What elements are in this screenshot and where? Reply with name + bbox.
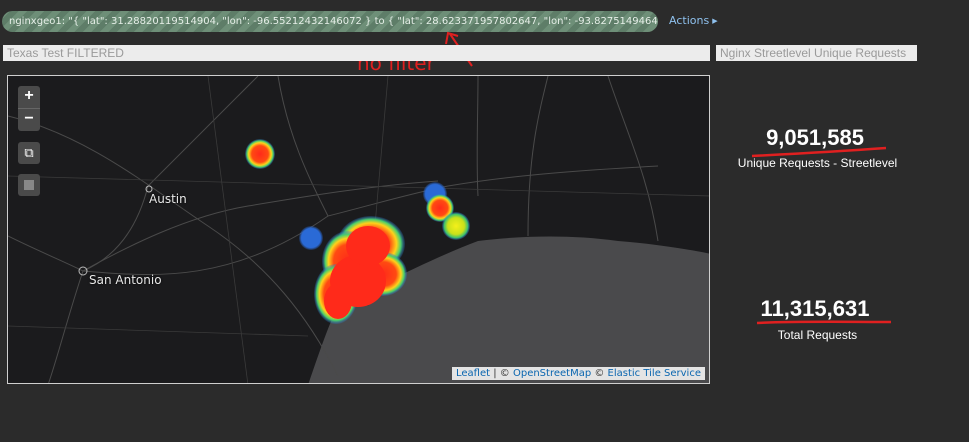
crop-icon[interactable]: ⧉ <box>18 142 40 164</box>
filter-bar: nginxgeo1: "{ "lat": 31.28820119514904, … <box>0 0 969 44</box>
elastic-tile-service-link[interactable]: Elastic Tile Service <box>608 368 701 379</box>
draw-rectangle-button[interactable] <box>18 174 40 196</box>
osm-link[interactable]: OpenStreetMap <box>513 368 591 379</box>
map-panel-title: Texas Test FILTERED <box>3 45 710 61</box>
actions-label: Actions <box>669 14 710 27</box>
map-attribution: Leaflet | © OpenStreetMap © Elastic Tile… <box>452 367 705 380</box>
zoom-out-button[interactable]: − <box>18 109 40 131</box>
city-label-san-antonio: San Antonio <box>89 273 162 287</box>
metric-label-total-requests: Total Requests <box>777 328 858 342</box>
leaflet-link[interactable]: Leaflet <box>456 368 490 379</box>
metric-label-unique-requests: Unique Requests - Streetlevel <box>737 156 898 170</box>
attribution-sep: © <box>591 368 608 379</box>
actions-menu[interactable]: Actions ▶ <box>669 14 718 27</box>
zoom-in-button[interactable]: + <box>18 86 40 108</box>
geo-filter-pill[interactable]: nginxgeo1: "{ "lat": 31.28820119514904, … <box>2 11 658 32</box>
metric-panel-title: Nginx Streetlevel Unique Requests <box>716 45 917 61</box>
zoom-control: + − <box>18 86 40 131</box>
caret-right-icon: ▶ <box>712 17 718 25</box>
attribution-sep: | © <box>490 368 513 379</box>
annotation-underline <box>756 320 892 325</box>
square-icon <box>24 180 34 190</box>
map-basemap <box>8 76 709 383</box>
coordinate-map[interactable]: + − ⧉ Austin San Antonio Leaflet | © Ope… <box>7 75 710 384</box>
city-label-austin: Austin <box>149 192 187 206</box>
